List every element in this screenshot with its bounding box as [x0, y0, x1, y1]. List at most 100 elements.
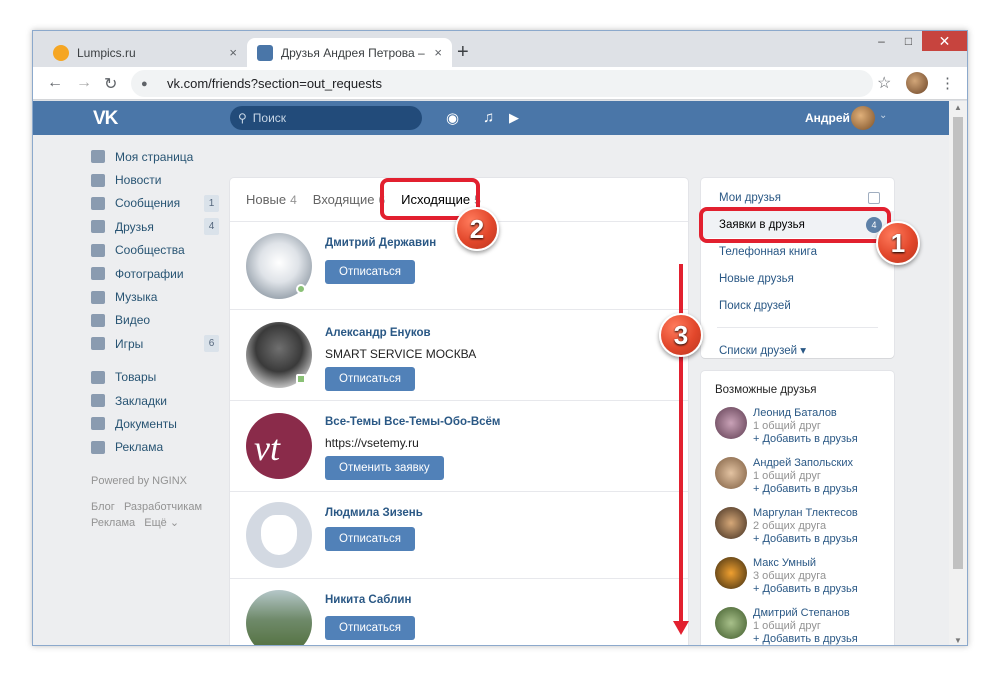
unsubscribe-button[interactable]: Отписаться: [325, 367, 415, 391]
sidebar-item-photos[interactable]: Фотографии: [91, 262, 219, 285]
tab-close-icon[interactable]: ×: [229, 45, 237, 60]
friend-name[interactable]: Никита Саблин: [325, 594, 411, 606]
camera-icon: [91, 267, 105, 281]
messages-icon: [91, 196, 105, 210]
online-indicator: [296, 284, 306, 294]
video-icon[interactable]: ▶: [509, 110, 519, 126]
scroll-down-icon[interactable]: ▼: [954, 636, 962, 645]
count-badge: 1: [204, 194, 219, 212]
tab-incoming[interactable]: Входящие 6: [313, 192, 385, 207]
new-tab-button[interactable]: +: [457, 42, 469, 62]
sidebar-item-video[interactable]: Видео: [91, 309, 219, 332]
browser-window: Lumpics.ru × Друзья Андрея Петрова – 5 з…: [32, 30, 968, 646]
footer-link-ads[interactable]: Реклама: [91, 517, 135, 529]
profile-avatar[interactable]: [906, 72, 928, 94]
highlight-friend-requests: [699, 207, 891, 243]
tab-new[interactable]: Новые 4: [246, 192, 297, 207]
chevron-down-icon[interactable]: ⌄: [879, 110, 887, 121]
powered-by: Powered by NGINX: [91, 475, 187, 488]
close-window-button[interactable]: ✕: [922, 31, 967, 51]
sidebar-item-music[interactable]: Музыка: [91, 285, 219, 308]
user-avatar[interactable]: [851, 106, 875, 130]
tab-vk-friends[interactable]: Друзья Андрея Петрова – 5 заяв ×: [247, 38, 452, 67]
add-friend-link[interactable]: + Добавить в друзья: [753, 633, 858, 645]
sidebar-item-label: Реклама: [115, 440, 164, 455]
footer-link-dev[interactable]: Разработчикам: [124, 501, 202, 513]
scroll-up-icon[interactable]: ▲: [954, 103, 962, 112]
unsubscribe-button[interactable]: Отписаться: [325, 616, 415, 640]
footer-link-more[interactable]: Ещё ⌄: [144, 517, 179, 529]
home-icon: [91, 150, 105, 164]
sidebar-item-label: Товары: [115, 370, 157, 385]
browser-menu-icon[interactable]: ⋮: [940, 74, 955, 92]
browser-toolbar: ← → ↻ ● vk.com/friends?section=out_reque…: [33, 67, 967, 100]
address-bar[interactable]: ● vk.com/friends?section=out_requests: [131, 70, 873, 97]
avatar[interactable]: [715, 607, 747, 639]
nav-find-friends[interactable]: Поиск друзей: [701, 292, 894, 319]
friend-name[interactable]: Александр Енуков: [325, 327, 431, 339]
add-friend-link[interactable]: + Добавить в друзья: [753, 483, 858, 495]
avatar[interactable]: [715, 407, 747, 439]
sidebar-item-friends[interactable]: Друзья 4: [91, 215, 219, 238]
avatar[interactable]: [246, 590, 312, 645]
nav-label: Телефонная книга: [719, 245, 818, 258]
forward-button[interactable]: →: [76, 74, 92, 92]
avatar[interactable]: [715, 457, 747, 489]
tab-lumpics[interactable]: Lumpics.ru ×: [43, 38, 247, 67]
footer-link-blog[interactable]: Блог: [91, 501, 115, 513]
friend-subtitle[interactable]: https://vsetemy.ru: [325, 436, 419, 450]
sidebar-item-my-page[interactable]: Моя страница: [91, 145, 219, 168]
back-button[interactable]: ←: [47, 74, 63, 92]
reload-button[interactable]: ↻: [104, 74, 117, 94]
cancel-request-button[interactable]: Отменить заявку: [325, 456, 444, 480]
suggested-name[interactable]: Леонид Баталов: [753, 407, 837, 419]
vk-logo[interactable]: VK: [93, 108, 118, 130]
add-friend-link[interactable]: + Добавить в друзья: [753, 433, 858, 445]
minimize-button[interactable]: –: [868, 31, 895, 51]
sidebar-item-games[interactable]: Игры 6: [91, 332, 219, 355]
maximize-button[interactable]: □: [895, 31, 922, 51]
games-icon: [91, 337, 105, 351]
lock-icon: ●: [141, 77, 148, 90]
scrollbar-thumb[interactable]: [953, 117, 963, 569]
friend-name[interactable]: Все-Темы Все-Темы-Обо-Всём: [325, 416, 500, 428]
nav-new-friends[interactable]: Новые друзья: [701, 265, 894, 292]
page-scrollbar[interactable]: ▲ ▼: [949, 101, 967, 645]
sidebar-item-messages[interactable]: Сообщения 1: [91, 192, 219, 215]
count-badge: 4: [204, 218, 219, 236]
suggested-friend: Леонид Баталов 1 общий друг + Добавить в…: [715, 407, 890, 451]
sidebar-item-label: Сообщения: [115, 196, 181, 211]
vk-search-input[interactable]: ⚲ Поиск: [230, 106, 422, 130]
doc-icon: [91, 417, 105, 431]
tab-close-icon[interactable]: ×: [434, 45, 442, 60]
avatar[interactable]: [246, 502, 312, 568]
sidebar-item-bookmarks[interactable]: Закладки: [91, 389, 219, 412]
unsubscribe-button[interactable]: Отписаться: [325, 527, 415, 551]
friend-name[interactable]: Людмила Зизень: [325, 507, 423, 519]
sidebar-item-groups[interactable]: Сообщества: [91, 239, 219, 262]
suggested-name[interactable]: Андрей Запольских: [753, 457, 853, 469]
unsubscribe-button[interactable]: Отписаться: [325, 260, 415, 284]
notifications-bell-icon[interactable]: ◉: [446, 109, 459, 127]
request-row: Александр Енуков SMART SERVICE МОСКВА От…: [230, 310, 688, 401]
suggested-name[interactable]: Маргулан Тлектесов: [753, 507, 858, 519]
user-name[interactable]: Андрей: [805, 111, 850, 125]
add-friend-link[interactable]: + Добавить в друзья: [753, 583, 858, 595]
add-friend-link[interactable]: + Добавить в друзья: [753, 533, 858, 545]
sidebar-item-news[interactable]: Новости: [91, 168, 219, 191]
nav-friend-lists[interactable]: Списки друзей ▾: [701, 336, 894, 363]
avatar[interactable]: [715, 557, 747, 589]
step-marker-3: 3: [659, 313, 703, 357]
suggested-name[interactable]: Макс Умный: [753, 557, 816, 569]
friend-name[interactable]: Дмитрий Державин: [325, 237, 436, 249]
sidebar-item-ads[interactable]: Реклама: [91, 436, 219, 459]
sidebar-item-market[interactable]: Товары: [91, 366, 219, 389]
sidebar-item-documents[interactable]: Документы: [91, 412, 219, 435]
music-icon[interactable]: ♫: [483, 109, 494, 126]
tab-title: Друзья Андрея Петрова – 5 заяв: [281, 45, 428, 60]
avatar[interactable]: [715, 507, 747, 539]
bookmark-star-icon[interactable]: ☆: [877, 73, 891, 93]
avatar[interactable]: vt: [246, 413, 312, 479]
request-row: Людмила Зизень Отписаться: [230, 492, 688, 579]
suggested-name[interactable]: Дмитрий Степанов: [753, 607, 850, 619]
